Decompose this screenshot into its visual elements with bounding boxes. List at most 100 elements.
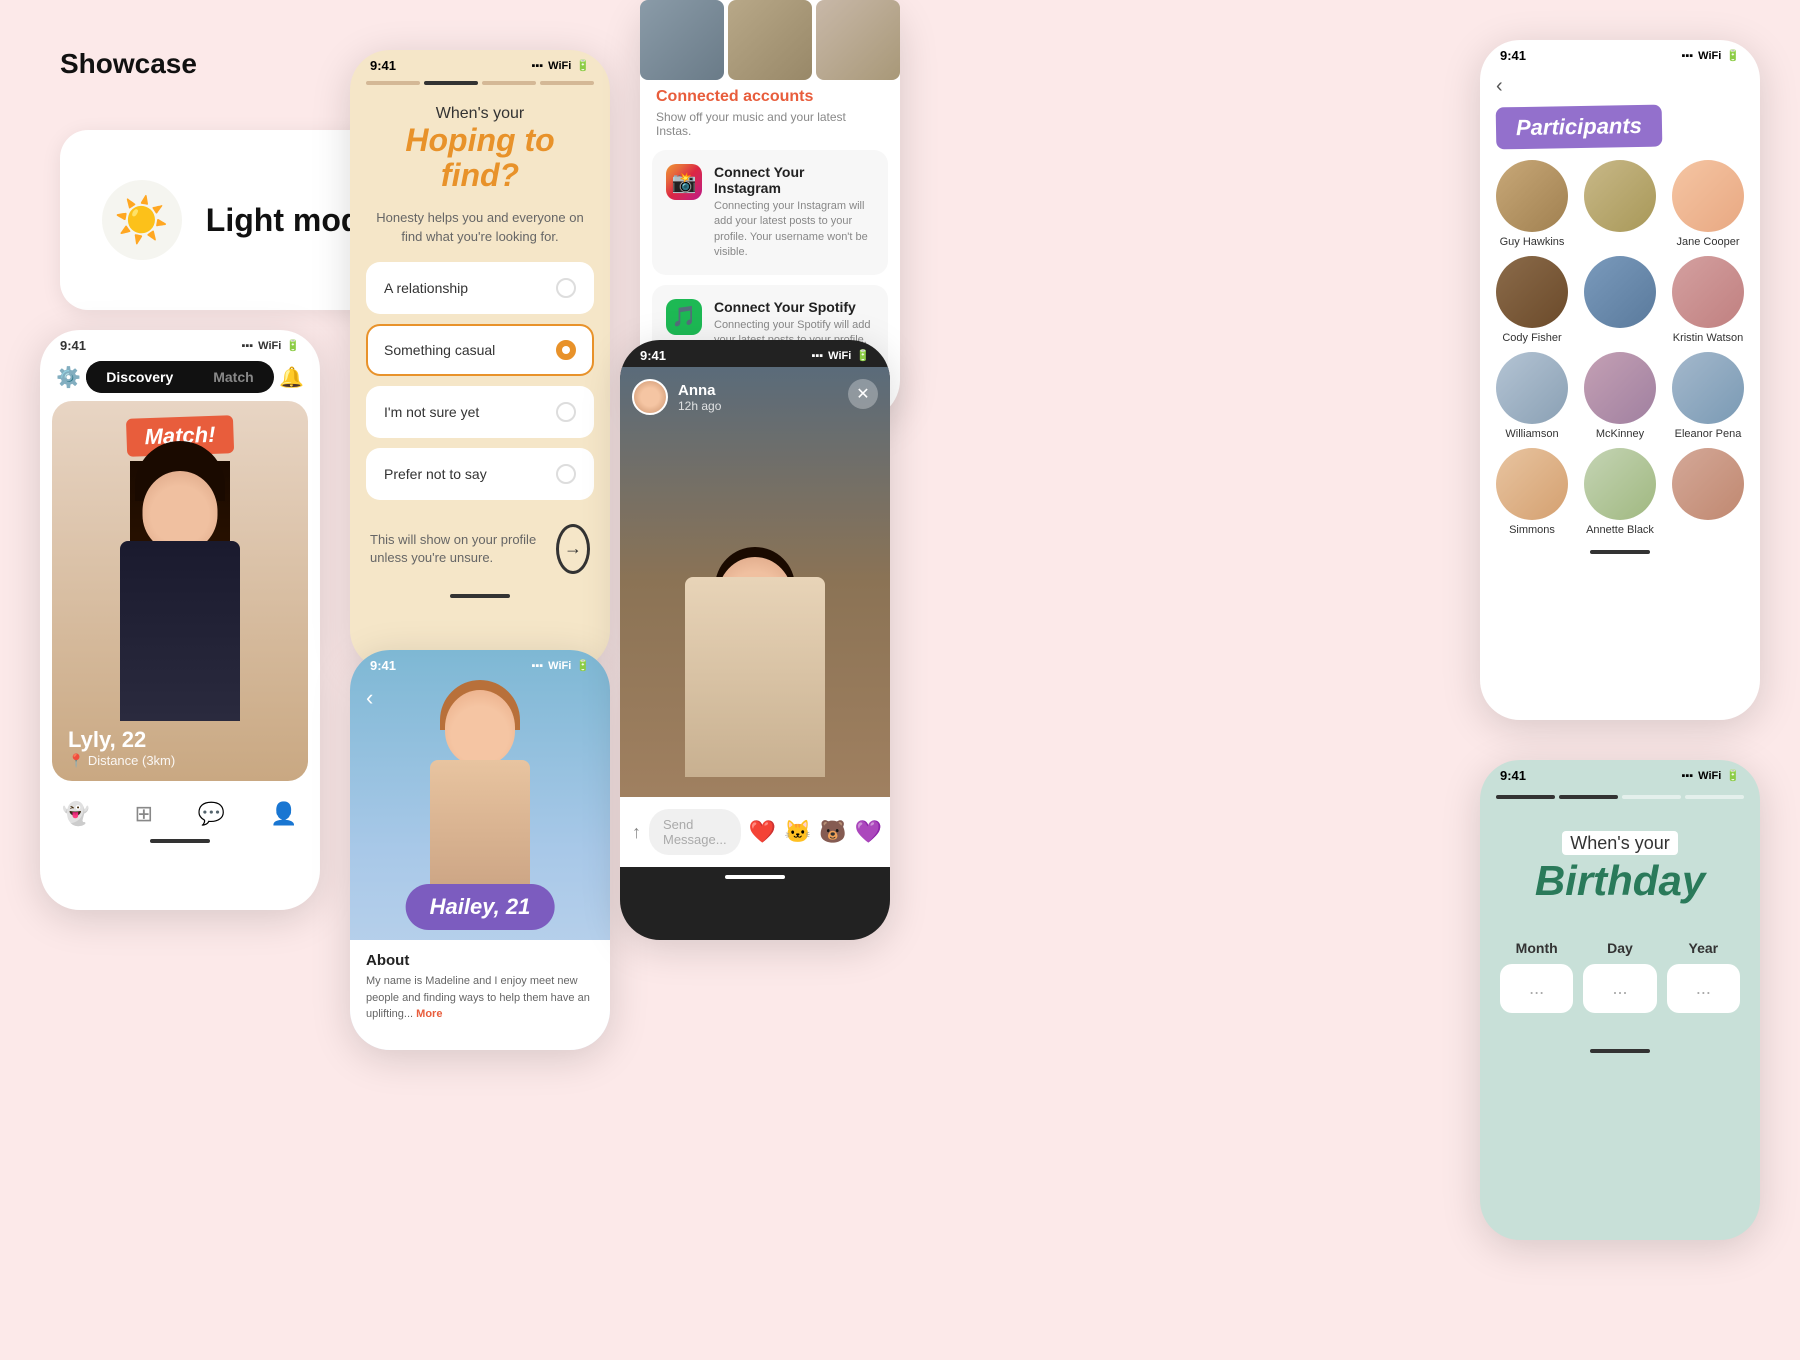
home-indicator-bday (1590, 1049, 1650, 1053)
participant-williamson[interactable]: Williamson (1492, 352, 1572, 440)
year-label: Year (1667, 940, 1740, 956)
bear-reaction[interactable]: 🐻 (819, 819, 846, 845)
nav-tabs: Discovery Match (86, 361, 273, 393)
about-title: About (366, 952, 594, 969)
phone-birthday: 9:41 ▪▪▪ WiFi 🔋 When's your Birthday Mon… (1480, 760, 1760, 1240)
instagram-desc: Connecting your Instagram will add your … (714, 199, 874, 261)
purple-reaction[interactable]: 💜 (855, 819, 882, 845)
participant-annette[interactable]: Annette Black (1580, 448, 1660, 536)
battery-icon-bday: 🔋 (1726, 769, 1740, 782)
anna-message-bar: ↑ Send Message... ❤️ 🐱 🐻 💜 (620, 797, 890, 867)
participant-mckinney[interactable]: McKinney (1580, 352, 1660, 440)
hoping-header: When's your Hoping to find? (350, 89, 610, 201)
message-input[interactable]: Send Message... (649, 809, 741, 855)
anna-body (685, 577, 825, 777)
instagram-title: Connect Your Instagram (714, 164, 874, 196)
name-annette: Annette Black (1586, 524, 1654, 536)
status-icons-part: ▪▪▪ WiFi 🔋 (1681, 49, 1740, 62)
participant-dog[interactable] (1580, 160, 1660, 248)
progress-bar-4 (540, 81, 594, 85)
participant-last (1668, 448, 1748, 536)
participant-jane-cooper[interactable]: Jane Cooper (1668, 160, 1748, 248)
close-story-button[interactable]: ✕ (848, 379, 878, 409)
month-select[interactable]: ... (1500, 964, 1573, 1013)
next-button[interactable]: → (556, 524, 590, 574)
anna-username: Anna (678, 382, 721, 399)
progress-bar-3 (482, 81, 536, 85)
option-prefernot[interactable]: Prefer not to say (366, 448, 594, 500)
participant-simmons[interactable]: Simmons (1492, 448, 1572, 536)
spotify-title: Connect Your Spotify (714, 299, 874, 315)
tab-match[interactable]: Match (193, 361, 273, 393)
wifi-icon-part: WiFi (1698, 50, 1721, 62)
about-text: My name is Madeline and I enjoy meet new… (366, 973, 594, 1023)
anna-time: 12h ago (678, 399, 721, 413)
heart-reaction[interactable]: ❤️ (749, 819, 776, 845)
tab-discovery[interactable]: Discovery (86, 361, 193, 393)
gear-icon[interactable]: ⚙️ (56, 365, 81, 390)
shuffle-icon[interactable]: ⊞ (135, 801, 153, 827)
hailey-name-badge: Hailey, 21 (406, 884, 555, 930)
name-cody-fisher: Cody Fisher (1502, 332, 1561, 344)
day-select[interactable]: ... (1583, 964, 1656, 1013)
month-select-col: Month ... (1500, 940, 1573, 1013)
avatar-williamson (1496, 352, 1568, 424)
spotify-icon: 🎵 (666, 299, 702, 335)
option-relationship[interactable]: A relationship (366, 262, 594, 314)
status-icons: ▪▪▪ WiFi 🔋 (241, 339, 300, 352)
hoping-when: When's your (370, 105, 590, 123)
wifi-icon: WiFi (258, 340, 281, 352)
anna-name-time: Anna 12h ago (678, 382, 721, 413)
participant-guy-hawkins[interactable]: Guy Hawkins (1492, 160, 1572, 248)
anna-profile-image (620, 477, 890, 797)
instagram-icon: 📸 (666, 164, 702, 200)
status-time-anna: 9:41 (640, 348, 666, 363)
name-guy-hawkins: Guy Hawkins (1500, 236, 1565, 248)
bell-icon[interactable]: 🔔 (279, 365, 304, 390)
cat-reaction[interactable]: 🐱 (784, 819, 811, 845)
hailey-about-section: About My name is Madeline and I enjoy me… (350, 940, 610, 1050)
share-icon[interactable]: ↑ (632, 822, 641, 843)
back-button-part[interactable]: ‹ (1480, 67, 1760, 102)
avatar-last (1672, 448, 1744, 520)
radio-relationship (556, 278, 576, 298)
home-indicator-part (1590, 550, 1650, 554)
signal-icon-h: ▪▪▪ (531, 60, 543, 72)
phone-anna: 9:41 ▪▪▪ WiFi 🔋 Anna 12h ago ✕ ↑ Send Me… (620, 340, 890, 940)
ghost-icon[interactable]: 👻 (62, 801, 89, 827)
hoping-footer-text: This will show on your profile unless yo… (370, 531, 556, 567)
participant-eleanor[interactable]: Eleanor Pena (1668, 352, 1748, 440)
option-casual[interactable]: Something casual (366, 324, 594, 376)
avatar-jane-cooper (1672, 160, 1744, 232)
year-select[interactable]: ... (1667, 964, 1740, 1013)
status-time-bday: 9:41 (1500, 768, 1526, 783)
profile-distance: 📍 Distance (3km) (68, 753, 175, 769)
status-bar-participants: 9:41 ▪▪▪ WiFi 🔋 (1480, 40, 1760, 67)
home-indicator (150, 839, 210, 843)
radio-casual (556, 340, 576, 360)
status-icons-anna: ▪▪▪ WiFi 🔋 (811, 349, 870, 362)
phone-match: 9:41 ▪▪▪ WiFi 🔋 ⚙️ Discovery Match 🔔 Mat… (40, 330, 320, 910)
match-nav: ⚙️ Discovery Match 🔔 (40, 357, 320, 401)
match-profile-card: Match! Lyly, 22 📍 Distance (3km) (52, 401, 308, 781)
profile-image (100, 441, 260, 741)
option-notsure[interactable]: I'm not sure yet (366, 386, 594, 438)
avatar-cody-fisher (1496, 256, 1568, 328)
instagram-text: Connect Your Instagram Connecting your I… (714, 164, 874, 261)
profile-photos (640, 0, 900, 88)
connected-sub: Show off your music and your latest Inst… (640, 110, 900, 150)
status-time: 9:41 (60, 338, 86, 353)
avatar-dog (1584, 160, 1656, 232)
status-icons-hailey: ▪▪▪ WiFi 🔋 (531, 659, 590, 672)
signal-icon-anna: ▪▪▪ (811, 350, 823, 362)
day-select-col: Day ... (1583, 940, 1656, 1013)
avatar-annette (1584, 448, 1656, 520)
participants-grid: Guy Hawkins Jane Cooper Cody Fisher Kris… (1480, 160, 1760, 536)
participant-cody-fisher[interactable]: Cody Fisher (1492, 256, 1572, 344)
name-kristin: Kristin Watson (1673, 332, 1744, 344)
instagram-connect[interactable]: 📸 Connect Your Instagram Connecting your… (652, 150, 888, 275)
chat-icon[interactable]: 💬 (198, 801, 225, 827)
profile-icon[interactable]: 👤 (270, 801, 297, 827)
participant-kristin[interactable]: Kristin Watson (1668, 256, 1748, 344)
more-link[interactable]: More (416, 1008, 442, 1020)
